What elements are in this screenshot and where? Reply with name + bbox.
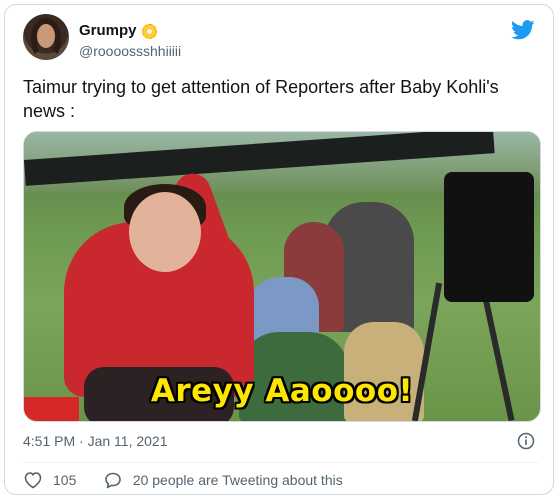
tweet-header: Grumpy @roooossshhiiiii <box>23 14 539 64</box>
speech-bubble-icon <box>105 472 121 489</box>
like-button[interactable]: 105 <box>23 471 76 489</box>
user-handle[interactable]: @roooossshhiiiii <box>79 42 181 60</box>
timestamp-row: 4:51 PM · Jan 11, 2021 <box>23 431 539 453</box>
tweet-text: Taimur trying to get attention of Report… <box>23 77 499 121</box>
sunflower-emoji-icon <box>141 23 157 39</box>
divider <box>23 462 539 463</box>
tweet-card: Grumpy @roooossshhiiiii Taimur trying to… <box>4 4 554 495</box>
display-name[interactable]: Grumpy <box>79 22 137 40</box>
meme-caption: Areyy Aaoooo! <box>150 373 414 409</box>
tweet-actions: 105 20 people are Tweeting about this <box>23 471 539 493</box>
heart-icon <box>24 472 42 489</box>
tweet-timestamp[interactable]: 4:51 PM · Jan 11, 2021 <box>23 433 168 449</box>
twitter-bird-icon[interactable] <box>511 20 535 40</box>
tweet-media-image[interactable]: Areyy Aaoooo! <box>23 131 541 422</box>
camera-rig <box>444 172 534 302</box>
avatar[interactable] <box>23 14 69 60</box>
like-count: 105 <box>53 472 77 488</box>
tweeting-about-text: 20 people are Tweeting about this <box>132 472 343 488</box>
info-icon[interactable] <box>517 432 535 450</box>
reply-button[interactable]: 20 people are Tweeting about this <box>103 471 343 489</box>
author-names: Grumpy @roooossshhiiiii <box>79 22 181 60</box>
